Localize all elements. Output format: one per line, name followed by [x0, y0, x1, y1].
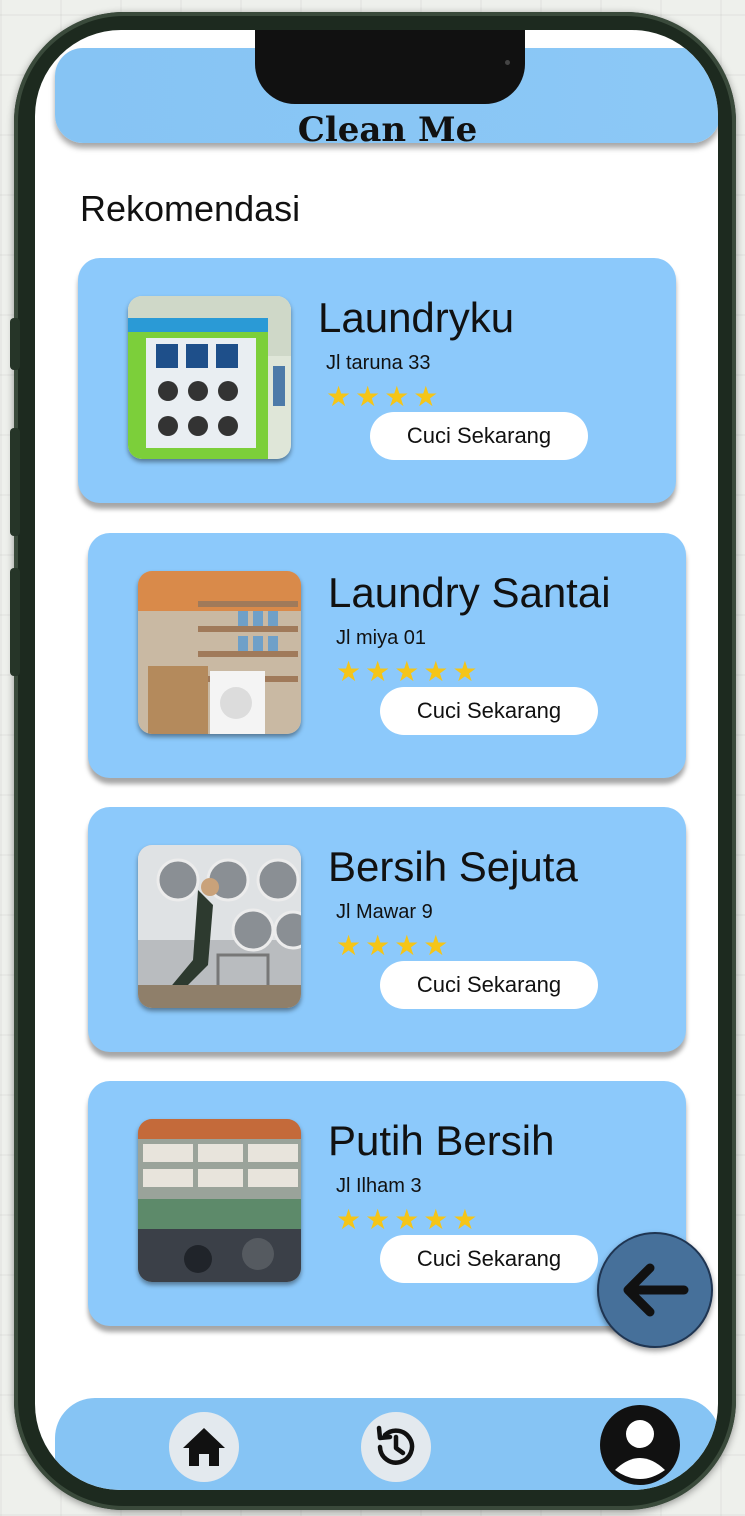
section-title: Rekomendasi — [80, 188, 301, 229]
laundry-name: Bersih Sejuta — [328, 843, 578, 890]
wash-now-button[interactable]: Cuci Sekarang — [370, 412, 588, 460]
nav-home[interactable] — [169, 1412, 239, 1482]
nav-profile[interactable] — [597, 1402, 683, 1488]
star-rating: ★★★★★ — [336, 655, 482, 688]
history-icon — [376, 1425, 415, 1465]
laundry-photo — [138, 845, 301, 1008]
star-rating: ★★★★★ — [336, 1203, 482, 1236]
star-rating: ★★★★ — [336, 929, 453, 962]
laundry-card[interactable]: Bersih Sejuta Jl Mawar 9 ★★★★ Cuci Sekar… — [88, 807, 686, 1052]
laundry-name: Laundryku — [318, 294, 515, 341]
laundry-address: Jl miya 01 — [336, 627, 427, 649]
laundry-photo — [138, 1119, 301, 1282]
app-title: Clean Me — [297, 110, 478, 150]
laundry-name: Laundry Santai — [328, 569, 611, 616]
wash-now-button[interactable]: Cuci Sekarang — [380, 687, 598, 735]
wash-now-button[interactable]: Cuci Sekarang — [380, 1235, 598, 1283]
arrow-left-icon — [623, 1263, 689, 1317]
bottom-nav — [55, 1398, 718, 1490]
phone-side-button — [10, 568, 20, 676]
laundry-card[interactable]: Laundryku Jl taruna 33 ★★★★ Cuci Sekaran… — [78, 258, 676, 503]
laundry-photo — [128, 296, 291, 459]
laundry-address: Jl taruna 33 — [326, 352, 431, 374]
laundry-photo — [138, 571, 301, 734]
laundry-address: Jl Ilham 3 — [336, 1175, 422, 1197]
nav-history[interactable] — [361, 1412, 431, 1482]
laundry-name: Putih Bersih — [328, 1117, 555, 1164]
phone-screen: Clean Me Rekomendasi Laundryku Jl taruna… — [35, 30, 718, 1490]
phone-side-button — [10, 428, 20, 536]
laundry-address: Jl Mawar 9 — [336, 901, 433, 923]
star-rating: ★★★★ — [326, 380, 443, 413]
profile-icon — [600, 1405, 680, 1485]
home-icon — [183, 1428, 225, 1466]
phone-side-button — [10, 318, 20, 370]
camera-notch — [255, 30, 525, 104]
camera-icon — [505, 60, 510, 65]
wash-now-button[interactable]: Cuci Sekarang — [380, 961, 598, 1009]
back-button[interactable] — [597, 1232, 713, 1348]
laundry-card[interactable]: Laundry Santai Jl miya 01 ★★★★★ Cuci Sek… — [88, 533, 686, 778]
